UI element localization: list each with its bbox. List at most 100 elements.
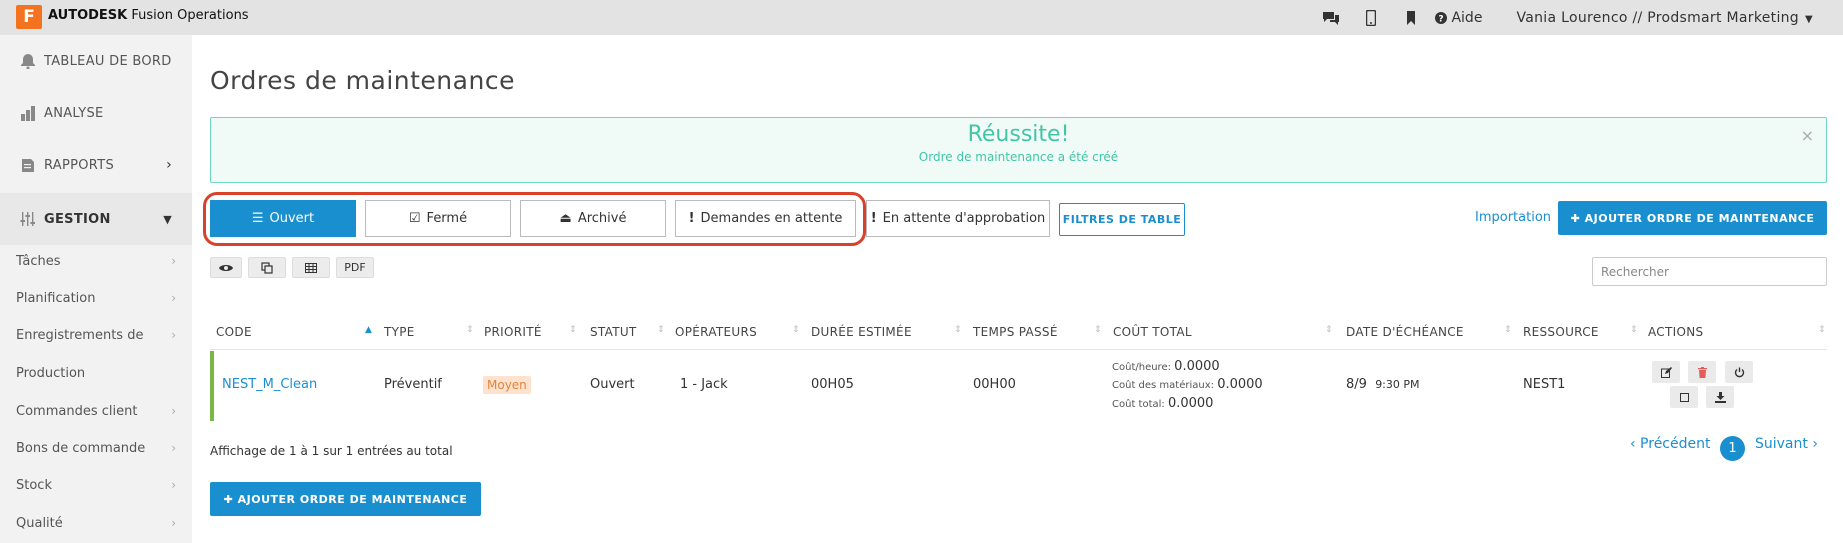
help-link[interactable]: ? Aide [1435, 10, 1482, 26]
cost-value: 0.0000 [1174, 359, 1220, 374]
sidebar-subitem-production-records-cont[interactable]: Production [16, 366, 176, 381]
page-number-current[interactable]: 1 [1720, 436, 1745, 461]
sort-icon[interactable]: ⇕ [466, 325, 474, 335]
sidebar-item-management[interactable]: GESTION ▼ [0, 193, 192, 245]
alert-title: Réussite! [967, 122, 1070, 147]
fusion-logo-icon[interactable]: F [16, 5, 42, 29]
previous-page-link[interactable]: ‹ Précédent [1630, 436, 1710, 452]
sort-icon[interactable]: ⇕ [1504, 325, 1512, 335]
sidebar: TABLEAU DE BORD ANALYSE RAPPORTS › GESTI… [0, 35, 192, 543]
search-input[interactable] [1592, 257, 1827, 286]
question-circle-icon: ? [1435, 11, 1448, 24]
column-header-code[interactable]: CODE [216, 325, 252, 339]
chevron-right-icon: › [171, 516, 176, 530]
inbox-icon: ⏏ [559, 211, 572, 226]
sidebar-item-analysis[interactable]: ANALYSE [0, 87, 192, 139]
import-link[interactable]: Importation [1475, 210, 1551, 225]
cost-label: Coût total: [1112, 399, 1165, 410]
priority-badge: Moyen [483, 376, 531, 394]
sidebar-subitem-label: Planification [16, 291, 96, 306]
mobile-icon[interactable] [1351, 0, 1391, 35]
add-maintenance-order-button[interactable]: ✚ AJOUTER ORDRE DE MAINTENANCE [1558, 201, 1827, 235]
sort-icon[interactable]: ⇕ [1325, 325, 1333, 335]
sidebar-item-label: ANALYSE [44, 105, 104, 121]
column-header-status[interactable]: STATUT [590, 325, 637, 339]
pdf-export-button[interactable]: PDF [336, 257, 374, 278]
sort-icon[interactable]: ⇕ [1094, 325, 1102, 335]
sort-asc-icon[interactable]: ▲ [365, 325, 372, 335]
tab-pending-requests[interactable]: ! Demandes en attente [675, 200, 856, 237]
tab-open[interactable]: ☰ Ouvert [210, 200, 356, 237]
cost-label: Coût des matériaux: [1112, 380, 1215, 391]
success-alert: Réussite! Ordre de maintenance a été cré… [210, 117, 1827, 183]
row-status: Ouvert [590, 377, 635, 392]
page-title: Ordres de maintenance [210, 66, 515, 95]
sidebar-item-label: GESTION [44, 211, 111, 227]
sidebar-subitem-label: Qualité [16, 516, 63, 531]
delete-icon[interactable] [1688, 361, 1716, 383]
edit-icon[interactable] [1652, 361, 1680, 383]
tab-awaiting-approval[interactable]: ! En attente d'approbation [866, 200, 1050, 237]
tab-label: Fermé [426, 211, 468, 226]
comments-icon[interactable] [1311, 0, 1351, 35]
column-header-priority[interactable]: PRIORITÉ [484, 325, 542, 339]
chevron-down-icon: ▼ [1805, 13, 1813, 25]
due-date: 8/9 [1346, 377, 1367, 392]
sidebar-subitem-sales-orders[interactable]: Commandes client › [16, 404, 176, 419]
next-page-link[interactable]: Suivant › [1755, 436, 1818, 452]
sidebar-item-reports[interactable]: RAPPORTS › [0, 139, 192, 191]
column-header-due-date[interactable]: DATE D'ÉCHÉANCE [1346, 325, 1464, 339]
column-header-operators[interactable]: OPÉRATEURS [675, 325, 757, 339]
column-header-total-cost[interactable]: COÛT TOTAL [1113, 325, 1192, 339]
eye-icon[interactable] [210, 257, 242, 278]
close-icon[interactable]: × [1801, 126, 1814, 145]
sidebar-subitem-production-records[interactable]: Enregistrements de › [16, 328, 176, 343]
sort-icon[interactable]: ⇕ [954, 325, 962, 335]
sidebar-item-dashboard[interactable]: TABLEAU DE BORD [0, 35, 192, 87]
row-due-date: 8/9 9:30 PM [1346, 377, 1420, 392]
column-header-resource[interactable]: RESSOURCE [1523, 325, 1599, 339]
bookmark-icon[interactable] [1391, 0, 1431, 35]
tab-closed[interactable]: ☑ Fermé [365, 200, 511, 237]
sidebar-subitem-quality[interactable]: Qualité › [16, 516, 176, 531]
cost-value: 0.0000 [1217, 377, 1263, 392]
sort-icon[interactable]: ⇕ [1818, 325, 1826, 335]
sidebar-subitem-label: Enregistrements de [16, 328, 144, 343]
row-status-marker [210, 351, 214, 421]
power-icon[interactable] [1725, 361, 1753, 383]
tab-label: Ouvert [269, 211, 315, 226]
column-header-time-spent[interactable]: TEMPS PASSÉ [973, 325, 1058, 339]
sidebar-subitem-label: Production [16, 366, 86, 381]
checkbox-icon[interactable] [1670, 386, 1698, 408]
sidebar-subitem-stock[interactable]: Stock › [16, 478, 176, 493]
copy-icon[interactable] [248, 257, 286, 278]
table-filters-button[interactable]: FILTRES DE TABLE [1059, 203, 1185, 236]
column-header-estimated-duration[interactable]: DURÉE ESTIMÉE [811, 325, 912, 339]
column-header-type[interactable]: TYPE [384, 325, 415, 339]
top-right-menu: ? Aide Vania Lourenco // Prodsmart Marke… [1311, 0, 1843, 35]
brand-name: AUTODESK Fusion Operations [48, 8, 249, 23]
sidebar-subitem-tasks[interactable]: Tâches › [16, 254, 176, 269]
sort-icon[interactable]: ⇕ [569, 325, 577, 335]
sort-icon[interactable]: ⇕ [657, 325, 665, 335]
cost-per-hour: Coût/heure: 0.0000 [1112, 359, 1220, 374]
table-icon[interactable] [292, 257, 330, 278]
row-code-link[interactable]: NEST_M_Clean [222, 377, 317, 392]
user-menu[interactable]: Vania Lourenco // Prodsmart Marketing ▼ [1516, 10, 1813, 26]
sidebar-item-label: TABLEAU DE BORD [44, 53, 172, 69]
download-icon[interactable] [1706, 386, 1734, 408]
bar-chart-icon [16, 105, 40, 121]
sort-icon[interactable]: ⇕ [792, 325, 800, 335]
help-label: Aide [1451, 9, 1483, 26]
sidebar-subitem-purchase-orders[interactable]: Bons de commande › [16, 441, 176, 456]
sort-icon[interactable]: ⇕ [1630, 325, 1638, 335]
chevron-right-icon: › [171, 404, 176, 418]
cost-value: 0.0000 [1167, 396, 1214, 411]
chevron-right-icon: › [171, 291, 176, 305]
list-icon: ☰ [251, 211, 264, 226]
add-maintenance-order-bottom-button[interactable]: ✚ AJOUTER ORDRE DE MAINTENANCE [210, 482, 481, 516]
top-bar: F AUTODESK Fusion Operations ? Aide Vani… [0, 0, 1843, 35]
chevron-down-icon: ▼ [163, 212, 172, 226]
sidebar-subitem-planning[interactable]: Planification › [16, 291, 176, 306]
tab-archived[interactable]: ⏏ Archivé [520, 200, 666, 237]
